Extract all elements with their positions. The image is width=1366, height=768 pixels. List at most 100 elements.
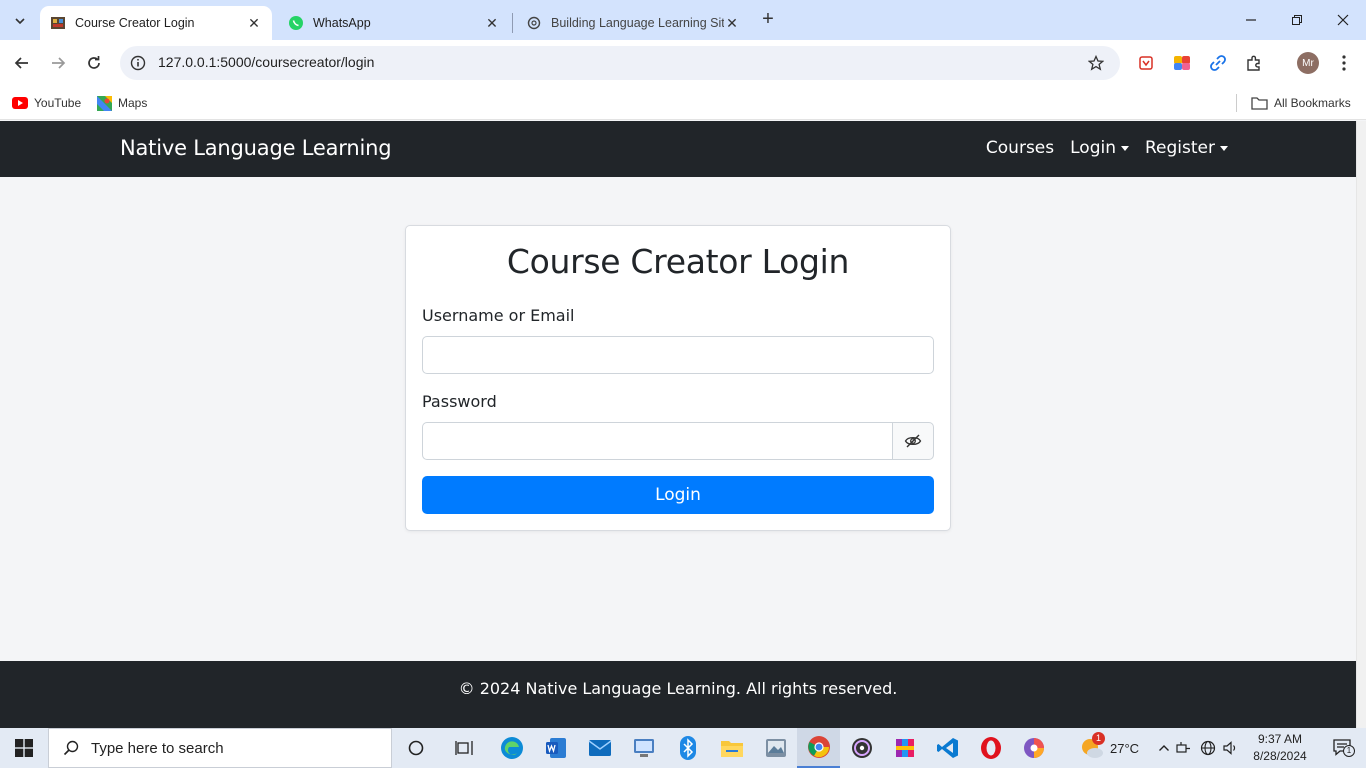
taskbar-bluetooth[interactable] — [666, 728, 709, 768]
address-bar[interactable]: 127.0.0.1:5000/coursecreator/login — [120, 46, 1120, 80]
taskbar-mail[interactable] — [578, 728, 621, 768]
youtube-icon — [12, 97, 28, 109]
vscode-icon — [936, 738, 958, 758]
windows-logo-icon — [15, 739, 33, 757]
all-bookmarks-button[interactable]: All Bookmarks — [1251, 93, 1351, 113]
mail-icon — [588, 740, 611, 756]
restore-button[interactable] — [1274, 0, 1320, 40]
nav-register-dropdown[interactable]: Register — [1145, 138, 1228, 158]
close-tab-icon[interactable]: ✕ — [246, 15, 262, 31]
task-view-icon — [454, 741, 473, 755]
link-extension-icon[interactable] — [1207, 52, 1229, 74]
taskbar-opera[interactable] — [969, 728, 1012, 768]
whatsapp-icon — [288, 15, 304, 31]
back-arrow-icon — [14, 57, 28, 69]
swirl-app-icon — [1023, 738, 1044, 758]
pdf-extension-icon[interactable] — [1135, 52, 1157, 74]
minimize-button[interactable] — [1228, 0, 1274, 40]
show-hidden-icons-button[interactable] — [1156, 743, 1172, 753]
username-label: Username or Email — [422, 306, 575, 325]
new-tab-button[interactable]: + — [757, 9, 779, 31]
site-brand-link[interactable]: Native Language Learning — [120, 136, 392, 160]
archive-icon — [895, 739, 914, 757]
password-input[interactable] — [422, 422, 893, 460]
notification-count: 1 — [1343, 745, 1355, 757]
taskbar-remote-desktop[interactable] — [622, 728, 665, 768]
back-button[interactable] — [9, 50, 35, 76]
login-submit-button[interactable]: Login — [422, 476, 934, 514]
taskbar-media-player[interactable] — [840, 728, 883, 768]
forward-arrow-icon — [52, 57, 66, 69]
notification-center-button[interactable]: 1 — [1320, 728, 1366, 768]
cortana-button[interactable] — [394, 728, 437, 768]
cortana-circle-icon — [408, 740, 423, 756]
username-input[interactable] — [422, 336, 934, 374]
taskbar-winrar[interactable] — [883, 728, 926, 768]
page-scrollbar[interactable] — [1356, 121, 1366, 728]
browser-menu-button[interactable] — [1333, 52, 1355, 74]
nav-login-dropdown[interactable]: Login — [1070, 138, 1129, 158]
taskbar-photos[interactable] — [754, 728, 797, 768]
notification-icon: 1 — [1332, 738, 1355, 758]
weather-widget[interactable]: 1 27°C — [1080, 728, 1139, 768]
media-player-icon — [851, 738, 872, 758]
tab-title: Course Creator Login — [75, 16, 195, 30]
bookmark-youtube[interactable]: YouTube — [12, 93, 81, 113]
extensions-puzzle-icon[interactable] — [1243, 52, 1265, 74]
start-button[interactable] — [0, 728, 48, 768]
taskbar-edge[interactable] — [490, 728, 533, 768]
toggle-password-visibility-button[interactable] — [892, 422, 934, 460]
task-view-button[interactable] — [442, 728, 485, 768]
taskbar-clock[interactable]: 9:37 AM 8/28/2024 — [1248, 731, 1312, 765]
minimize-icon — [1246, 19, 1256, 21]
close-tab-icon[interactable]: ✕ — [484, 15, 500, 31]
color-extension-icon[interactable] — [1171, 52, 1193, 74]
reload-button[interactable] — [81, 50, 107, 76]
folder-icon — [1251, 96, 1268, 110]
close-tab-icon[interactable]: ✕ — [724, 15, 740, 31]
chrome-icon — [807, 736, 830, 758]
restore-icon — [1292, 15, 1302, 25]
all-bookmarks-label: All Bookmarks — [1274, 96, 1351, 110]
site-footer: © 2024 Native Language Learning. All rig… — [0, 661, 1356, 728]
windows-taskbar: Type here to search 1 27°C 9:37 AM 8/28/… — [0, 728, 1366, 768]
word-icon — [545, 738, 566, 758]
taskbar-file-explorer[interactable] — [710, 728, 753, 768]
tab-course-creator-login[interactable]: Course Creator Login ✕ — [40, 6, 272, 40]
site-favicon-icon — [50, 15, 66, 31]
nav-courses-link[interactable]: Courses — [986, 138, 1054, 158]
profile-avatar[interactable]: Mr — [1297, 52, 1319, 74]
nav-links: Courses Login Register — [986, 138, 1228, 158]
tab-building-language-learning[interactable]: Building Language Learning Site ✕ — [516, 6, 750, 40]
login-card: Course Creator Login Username or Email P… — [405, 225, 951, 531]
weather-icon: 1 — [1080, 732, 1105, 760]
tab-search-button[interactable] — [7, 8, 33, 34]
site-info-icon[interactable] — [128, 53, 148, 73]
folder-icon — [720, 741, 743, 757]
close-window-button[interactable] — [1320, 0, 1366, 40]
bookmark-star-icon[interactable] — [1086, 53, 1106, 73]
bookmark-maps[interactable]: Maps — [97, 93, 147, 113]
opera-icon — [980, 737, 1001, 759]
browser-toolbar: 127.0.0.1:5000/coursecreator/login Mr — [0, 40, 1366, 86]
taskbar-search-box[interactable]: Type here to search — [48, 728, 392, 768]
tab-title: Building Language Learning Site — [551, 16, 724, 30]
tab-whatsapp[interactable]: WhatsApp ✕ — [278, 6, 510, 40]
edge-icon — [500, 737, 523, 759]
taskbar-app-swirl[interactable] — [1012, 728, 1055, 768]
clock-date: 8/28/2024 — [1253, 749, 1307, 763]
volume-icon[interactable] — [1220, 741, 1242, 755]
battery-plug-icon[interactable] — [1172, 741, 1196, 755]
reload-icon — [88, 56, 100, 69]
taskbar-chrome[interactable] — [797, 728, 840, 768]
taskbar-word[interactable] — [534, 728, 577, 768]
taskbar-vscode[interactable] — [926, 728, 969, 768]
site-navbar: Native Language Learning Courses Login R… — [0, 121, 1356, 177]
bookmark-label: YouTube — [34, 96, 82, 110]
weather-temperature: 27°C — [1110, 740, 1140, 756]
forward-button[interactable] — [45, 50, 71, 76]
network-globe-icon[interactable] — [1196, 740, 1220, 756]
clock-time: 9:37 AM — [1257, 732, 1303, 746]
nav-login-label: Login — [1070, 138, 1116, 158]
bookmark-label: Maps — [118, 96, 148, 110]
